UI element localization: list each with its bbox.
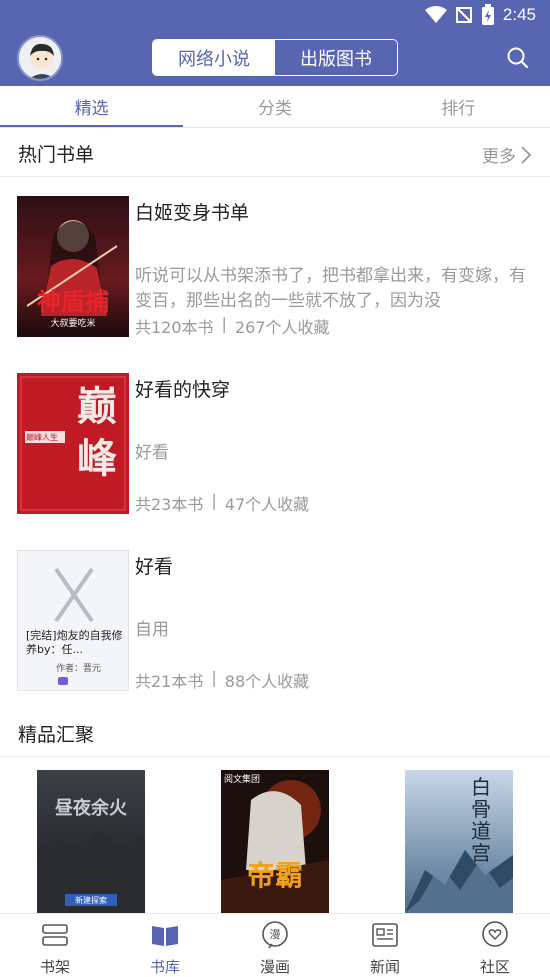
nav-label: 新闻 <box>369 958 400 976</box>
tab-indicator <box>0 125 183 127</box>
booklist-title: 好看的快穿 <box>135 379 231 401</box>
wifi-icon <box>424 6 447 23</box>
segment-published-books[interactable]: 出版图书 <box>275 40 397 75</box>
booklist-item[interactable]: 巅峰 巅峰人生 好看的快穿 好看 共23本书 | 47个人收藏 <box>0 373 550 515</box>
divider <box>0 176 550 177</box>
book-count: 共23本书 <box>135 495 204 514</box>
featured-book-cover[interactable]: 昼夜余火 新建探索 <box>37 770 145 913</box>
cover-subtitle: 巅峰人生 <box>26 433 58 442</box>
cover-title: 昼夜余火 <box>55 798 127 819</box>
favorite-count: 267个人收藏 <box>234 318 330 337</box>
booklist-description: 好看 <box>135 443 169 463</box>
section-title: 精品汇聚 <box>18 724 95 746</box>
tab-featured[interactable]: 精选 <box>0 86 183 127</box>
cover-author: 大叔要吃米 <box>50 319 96 329</box>
svg-text:漫: 漫 <box>270 927 281 941</box>
hot-lists-header: 热门书单 更多 <box>0 128 550 176</box>
booklist-title: 好看 <box>135 556 174 578</box>
booklist-description: 自用 <box>135 620 169 640</box>
battery-charging-icon <box>481 4 494 25</box>
booklist-item[interactable]: [完结]炮友的自我修养by：任... 作者：晋元 好看 自用 共21本书 | 8… <box>0 550 550 692</box>
tab-rankings[interactable]: 排行 <box>367 86 550 127</box>
section-title: 热门书单 <box>18 144 95 166</box>
cover-badge: 阅文集团 <box>224 775 261 785</box>
search-icon[interactable] <box>504 44 532 72</box>
book-cover: [完结]炮友的自我修养by：任... 作者：晋元 <box>17 550 129 691</box>
avatar[interactable] <box>17 35 63 81</box>
open-book-icon <box>152 926 178 946</box>
nav-news[interactable]: 新闻 <box>330 914 440 977</box>
booklist-description: 听说可以从书架添书了，把书都拿出来，有变嫁，有变百，那些出名的一些就不放了，因为… <box>135 266 526 311</box>
featured-book-cover[interactable]: 白骨道宫 <box>405 770 513 913</box>
nav-community[interactable]: 社区 <box>440 914 550 977</box>
nav-bookshelf[interactable]: 书架 <box>0 914 110 977</box>
cover-title: 帝霸 <box>246 859 303 892</box>
source-segmented-control: 网络小说 出版图书 <box>152 39 398 76</box>
book-count: 共21本书 <box>135 672 204 691</box>
featured-book-cover[interactable]: 阅文集团 帝霸 <box>221 770 329 913</box>
no-signal-icon <box>455 7 472 23</box>
library-tabs: 精选 分类 排行 <box>0 86 550 128</box>
nav-label: 书架 <box>39 958 70 976</box>
cover-author: 作者：晋元 <box>56 664 102 674</box>
app-bar: 网络小说 出版图书 <box>0 30 550 86</box>
nav-label: 漫画 <box>259 958 290 976</box>
nav-comics[interactable]: 漫 漫画 <box>220 914 330 977</box>
status-time: 2:45 <box>502 5 536 24</box>
booklist-meta: 共21本书 | 88个人收藏 <box>135 668 310 691</box>
comic-icon: 漫 <box>262 921 288 949</box>
nav-library[interactable]: 书库 <box>110 914 220 977</box>
newspaper-icon <box>372 923 398 947</box>
status-bar: 2:45 <box>0 0 550 30</box>
tab-categories[interactable]: 分类 <box>183 86 366 127</box>
featured-covers: 昼夜余火 新建探索 阅文集团 帝霸 白骨道宫 <box>0 770 550 913</box>
bookshelf-icon <box>42 924 68 946</box>
booklist-meta: 共120本书 | 267个人收藏 <box>135 314 330 337</box>
cover-title: [完结]炮友的自我修养by：任... <box>26 629 123 656</box>
more-label: 更多 <box>482 147 516 167</box>
book-cover: 巅峰 巅峰人生 <box>17 373 129 514</box>
featured-header: 精品汇聚 <box>0 708 550 756</box>
cover-badge: 新建探索 <box>75 896 107 905</box>
nav-label: 社区 <box>479 958 510 976</box>
booklist-title: 白姬变身书单 <box>135 202 250 224</box>
chevron-right-icon <box>521 145 532 164</box>
booklist-item[interactable]: 神盾捕 大叔要吃米 白姬变身书单 听说可以从书架添书了，把书都拿出来，有变嫁，有… <box>0 196 550 338</box>
segment-web-novels[interactable]: 网络小说 <box>153 40 275 75</box>
favorite-count: 88个人收藏 <box>224 672 310 691</box>
cover-title: 巅峰 <box>77 383 117 482</box>
nav-label: 书库 <box>149 958 180 976</box>
book-cover: 神盾捕 大叔要吃米 <box>17 196 129 337</box>
more-link[interactable]: 更多 <box>482 142 532 167</box>
bottom-navigation: 书架 书库 漫 漫画 新闻 社区 <box>0 913 550 977</box>
cover-title: 白骨道宫 <box>471 775 491 865</box>
heart-chat-icon <box>482 921 508 947</box>
book-count: 共120本书 <box>135 318 214 337</box>
favorite-count: 47个人收藏 <box>224 495 310 514</box>
booklist-meta: 共23本书 | 47个人收藏 <box>135 491 310 514</box>
divider <box>0 756 550 757</box>
cover-title: 神盾捕 <box>37 287 109 316</box>
